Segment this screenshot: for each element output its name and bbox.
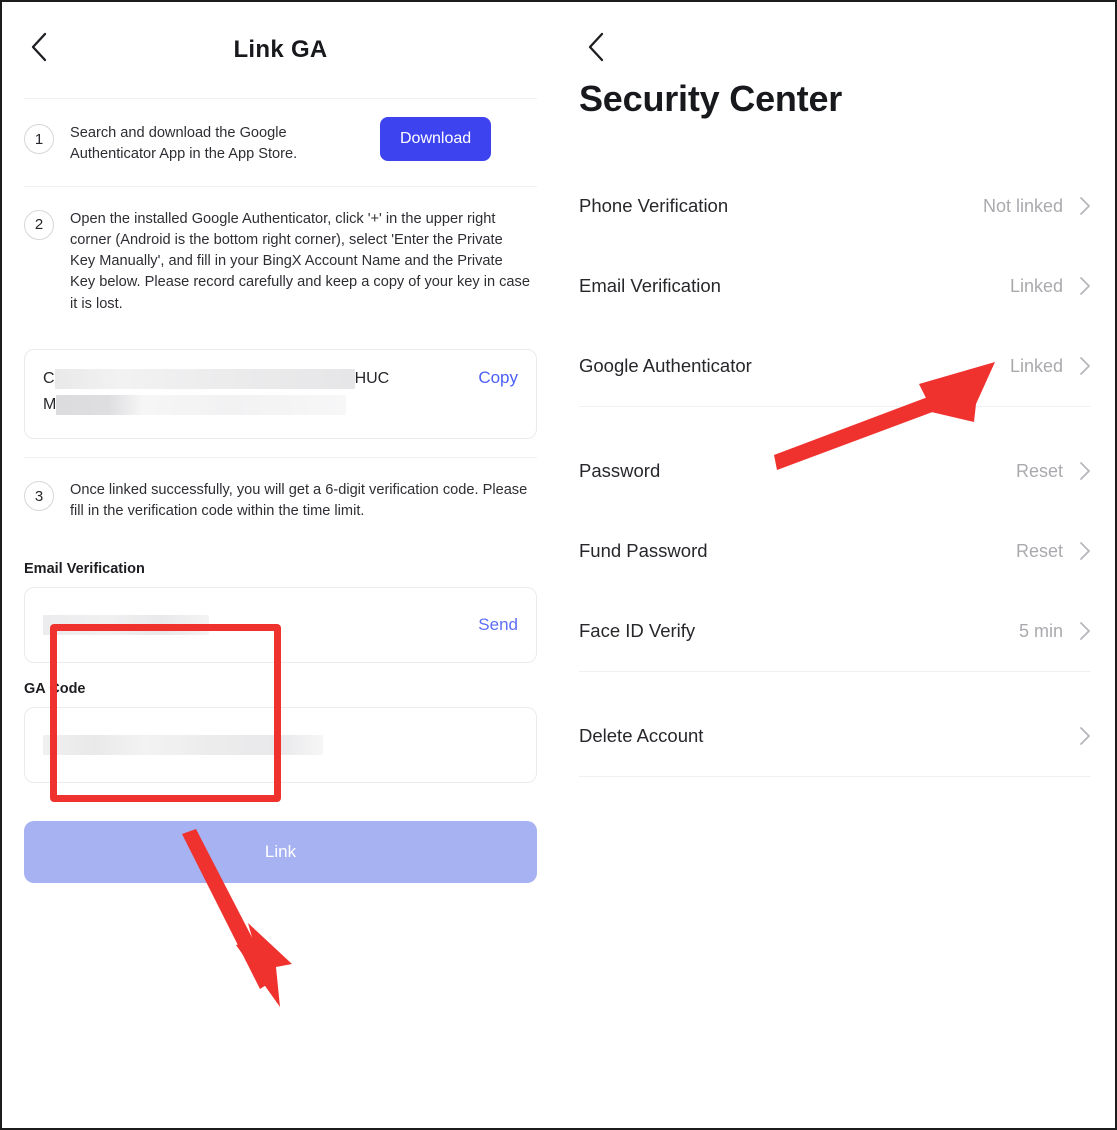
ga-code-input[interactable]	[24, 706, 537, 783]
step-3-text: Once linked successfully, you will get a…	[70, 482, 528, 520]
divider	[579, 776, 1091, 777]
row-label: Face ID Verify	[579, 620, 696, 641]
step-1-row: 1 Search and download the Google Authent…	[24, 99, 537, 186]
chevron-right-icon	[1079, 726, 1091, 746]
redacted-ga-code-value	[43, 734, 323, 755]
sidebar-item-email-verification[interactable]: Email Verification Linked	[579, 246, 1091, 326]
row-value: 5 min	[1018, 620, 1063, 641]
link-ga-panel: Link GA 1 Search and download the Google…	[2, 2, 559, 1128]
security-center-panel: Security Center Phone Verification Not l…	[559, 2, 1115, 1128]
step-1-block: 1 Search and download the Google Authent…	[2, 99, 559, 186]
chevron-right-icon	[1079, 276, 1091, 296]
screenshot-frame: Link GA 1 Search and download the Google…	[0, 0, 1117, 1130]
email-verification-label: Email Verification	[24, 560, 145, 577]
row-value: Reset	[1015, 540, 1063, 561]
account-name-prefix: C	[43, 370, 55, 388]
back-icon[interactable]	[22, 30, 56, 64]
step-2-text: Open the installed Google Authenticator,…	[70, 210, 530, 312]
link-submit-button[interactable]: Link	[24, 820, 537, 883]
chevron-right-icon	[1079, 196, 1091, 216]
step-3-block: 3 Once linked successfully, you will get…	[2, 458, 559, 783]
link-ga-header: Link GA	[2, 2, 559, 98]
ga-code-field[interactable]	[43, 734, 518, 755]
row-label: Fund Password	[579, 540, 708, 561]
security-center-title: Security Center	[579, 78, 843, 119]
redacted-email-code-value	[43, 614, 209, 635]
copy-button[interactable]: Copy	[478, 368, 518, 388]
account-name-line: C HUC	[43, 366, 464, 392]
sidebar-item-phone-verification[interactable]: Phone Verification Not linked	[579, 166, 1091, 246]
row-value: Reset	[1015, 460, 1063, 481]
two-panel-layout: Link GA 1 Search and download the Google…	[2, 2, 1115, 1128]
step-3-row: 3 Once linked successfully, you will get…	[24, 458, 537, 543]
step-number-badge: 2	[24, 209, 54, 240]
row-value: Linked	[1009, 355, 1063, 376]
row-label: Phone Verification	[579, 195, 729, 216]
download-button[interactable]: Download	[380, 117, 492, 161]
private-key-line: M	[43, 392, 464, 418]
arrow-pointing-to-google-authenticator-linked	[774, 362, 995, 470]
private-key-prefix: M	[43, 396, 57, 414]
step-1-text: Search and download the Google Authentic…	[70, 125, 298, 163]
page-title: Link GA	[233, 36, 328, 63]
chevron-right-icon	[1079, 621, 1091, 641]
account-name-suffix: HUC	[354, 370, 390, 388]
redacted-private-key	[56, 394, 347, 415]
sidebar-item-fund-password[interactable]: Fund Password Reset	[579, 511, 1091, 591]
row-label: Email Verification	[579, 275, 721, 296]
private-key-card: C HUC M Copy	[24, 349, 537, 440]
chevron-right-icon	[1079, 356, 1091, 376]
row-label: Delete Account	[579, 725, 704, 746]
step-number-badge: 3	[24, 481, 54, 512]
chevron-right-icon	[1079, 541, 1091, 561]
email-code-field[interactable]	[43, 614, 478, 635]
back-icon[interactable]	[579, 30, 613, 64]
ga-code-label: GA Code	[24, 680, 86, 697]
row-value: Not linked	[982, 195, 1063, 216]
redacted-account-name	[54, 368, 355, 389]
step-number-badge: 1	[24, 124, 54, 154]
sidebar-item-face-id-verify[interactable]: Face ID Verify 5 min	[579, 591, 1091, 671]
row-value: Linked	[1009, 275, 1063, 296]
send-code-button[interactable]: Send	[478, 615, 518, 635]
step-2-block: 2 Open the installed Google Authenticato…	[2, 187, 559, 440]
sidebar-item-delete-account[interactable]: Delete Account	[579, 696, 1091, 776]
step-2-row: 2 Open the installed Google Authenticato…	[24, 187, 537, 335]
chevron-right-icon	[1079, 461, 1091, 481]
email-verification-input[interactable]: Send	[24, 586, 537, 663]
private-key-lines: C HUC M	[43, 366, 464, 418]
